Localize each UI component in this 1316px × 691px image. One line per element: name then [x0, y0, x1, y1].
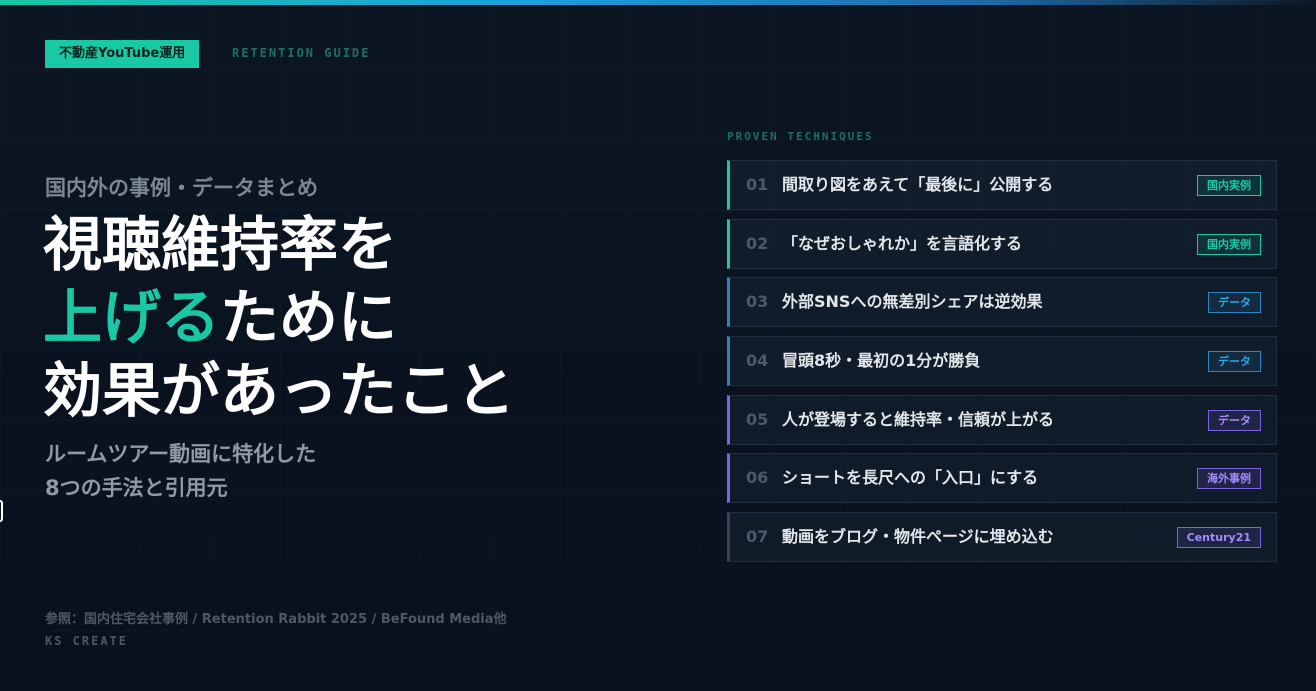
guide-eyebrow: RETENTION GUIDE [232, 46, 371, 60]
item-label: 動画をブログ・物件ページに埋め込む [782, 527, 1054, 547]
headline: 視聴維持率を 上げるために 効果があったこと [43, 208, 515, 427]
item-label: 外部SNSへの無差別シェアは逆効果 [782, 292, 1043, 312]
item-tag: データ [1208, 409, 1261, 431]
item-number: 02 [746, 233, 769, 253]
item-label: ショートを長尺への「入口」にする [782, 468, 1039, 488]
item-label: 「なぜおしゃれか」を言語化する [782, 233, 1023, 253]
item-tag: 国内実例 [1197, 233, 1261, 255]
item-tag: データ [1208, 292, 1261, 314]
headline-accent: 上げる [43, 283, 221, 352]
item-number: 07 [746, 527, 769, 547]
headline-line-3: 効果があったこと [43, 356, 516, 425]
technique-item: 07 動画をブログ・物件ページに埋め込む Century21 [727, 512, 1277, 563]
headline-line-2: 上げるために [43, 281, 515, 354]
item-number: 03 [746, 292, 769, 312]
item-label: 冒頭8秒・最初の1分が勝負 [782, 351, 981, 371]
technique-item: 03 外部SNSへの無差別シェアは逆効果 データ [727, 277, 1277, 328]
category-badge: 不動産YouTube運用 [45, 40, 200, 68]
top-accent-bar [0, 0, 1316, 5]
techniques-list: 01 間取り図をあえて「最後に」公開する 国内実例 02 「なぜおしゃれか」を言… [727, 160, 1277, 571]
item-label: 間取り図をあえて「最後に」公開する [782, 175, 1054, 194]
list-eyebrow: PROVEN TECHNIQUES [727, 130, 874, 143]
item-label: 人が登場すると維持率・信頼が上がる [782, 409, 1055, 429]
technique-item: 02 「なぜおしゃれか」を言語化する 国内実例 [727, 218, 1277, 269]
headline-line-1: 視聴維持率を [43, 210, 398, 279]
subhead: ルームツアー動画に特化した 8つの手法と引用元 [45, 437, 316, 505]
item-tag: 海外事例 [1197, 468, 1261, 490]
technique-item: 01 間取り図をあえて「最後に」公開する 国内実例 [727, 160, 1277, 210]
slide: 不動産YouTube運用 RETENTION GUIDE 国内外の事例・データま… [0, 0, 1316, 691]
brand-name: KS CREATE [45, 634, 129, 648]
kicker-text: 国内外の事例・データまとめ [45, 176, 318, 200]
item-number: 04 [746, 351, 769, 371]
technique-item: 05 人が登場すると維持率・信頼が上がる データ [727, 394, 1277, 445]
item-number: 06 [746, 468, 769, 488]
subhead-line-2: 8つの手法と引用元 [45, 476, 228, 500]
item-number: 01 [746, 175, 769, 194]
item-tag: 国内実例 [1197, 175, 1261, 196]
subhead-line-1: ルームツアー動画に特化した [45, 442, 317, 466]
technique-item: 06 ショートを長尺への「入口」にする 海外事例 [727, 453, 1277, 504]
source-note: 参照：国内住宅会社事例 / Retention Rabbit 2025 / Be… [45, 612, 507, 627]
item-tag: Century21 [1176, 527, 1261, 549]
item-tag: データ [1208, 351, 1261, 373]
item-number: 05 [746, 409, 769, 429]
technique-item: 04 冒頭8秒・最初の1分が勝負 データ [727, 336, 1277, 387]
edge-marker [0, 500, 3, 522]
headline-line-2-rest: ために [220, 283, 398, 352]
